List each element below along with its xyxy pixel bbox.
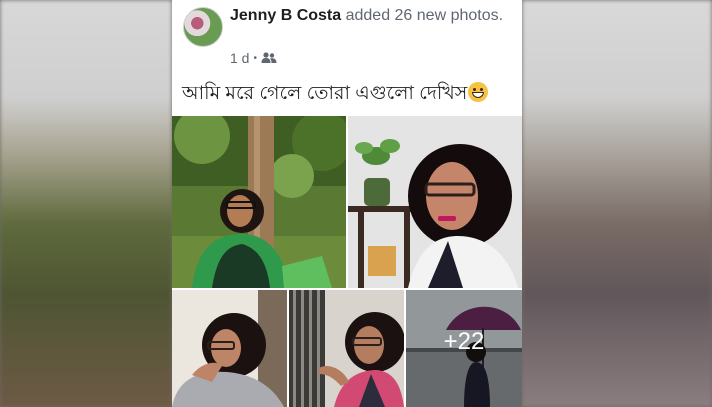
meta-separator: • — [253, 52, 257, 64]
facebook-post: Jenny B Costa added 26 new photos. 1 d •… — [172, 0, 522, 407]
more-photos-overlay[interactable]: +22 — [406, 290, 522, 407]
blurred-background-left — [0, 0, 172, 407]
post-time[interactable]: 1 d — [230, 50, 249, 66]
post-caption: আমি মরে গেলে তোরা এগুলো দেখিস — [182, 82, 512, 106]
caption-text: আমি মরে গেলে তোরা এগুলো দেখিস — [182, 83, 468, 104]
photo-1[interactable] — [172, 116, 346, 288]
photo-4[interactable] — [289, 290, 404, 407]
grinning-face-emoji-icon — [468, 82, 489, 102]
post-action-text: added 26 new photos. — [345, 7, 504, 24]
post-meta: 1 d • — [230, 50, 277, 66]
more-photos-count: +22 — [443, 327, 485, 355]
author-avatar[interactable] — [183, 7, 223, 47]
photo-3[interactable] — [172, 290, 287, 407]
photo-2[interactable] — [348, 116, 522, 288]
photo-5-more[interactable]: +22 — [406, 290, 522, 407]
blurred-background-right — [522, 0, 712, 407]
friends-icon[interactable] — [261, 52, 277, 64]
post-header: Jenny B Costa added 26 new photos. — [230, 6, 510, 26]
author-name[interactable]: Jenny B Costa — [230, 7, 341, 24]
